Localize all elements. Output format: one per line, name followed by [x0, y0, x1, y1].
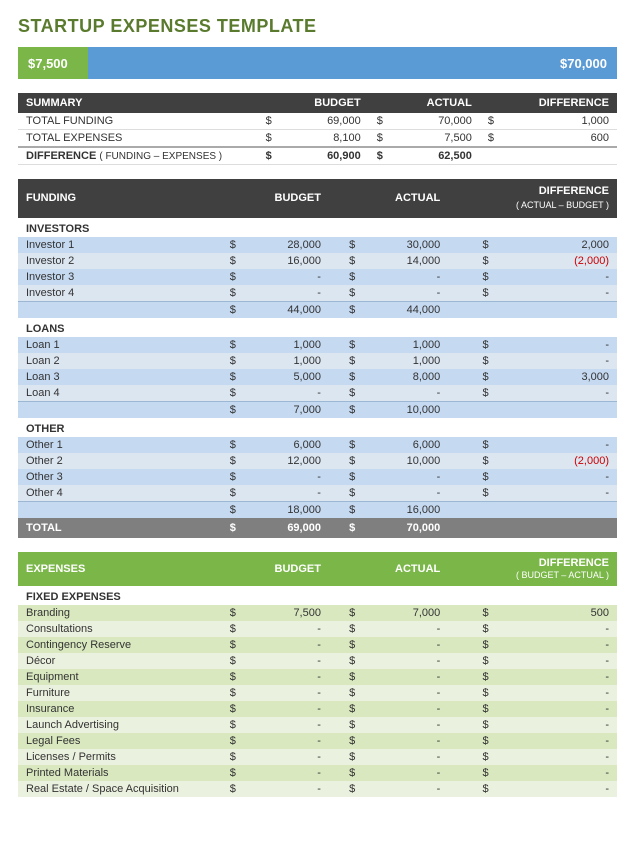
expenses-row-label: Insurance — [18, 701, 210, 717]
funding-row-label: Other 4 — [18, 485, 210, 502]
funding-row: Other 4 $ - $ - $ - — [18, 485, 617, 502]
funding-row-label: Other 2 — [18, 453, 210, 469]
expenses-row: Branding $ 7,500 $ 7,000 $ 500 — [18, 605, 617, 621]
summary-col-label: SUMMARY — [18, 93, 258, 113]
expenses-row-label: Décor — [18, 653, 210, 669]
summary-actual-value: 7,500 — [391, 130, 480, 148]
expenses-row: Equipment $ - $ - $ - — [18, 669, 617, 685]
summary-table: SUMMARY BUDGET ACTUAL DIFFERENCE TOTAL F… — [18, 93, 617, 165]
expenses-row: Insurance $ - $ - $ - — [18, 701, 617, 717]
summary-actual-dollar: $ — [369, 130, 391, 148]
funding-row: Loan 3 $ 5,000 $ 8,000 $ 3,000 — [18, 369, 617, 385]
funding-row: Other 2 $ 12,000 $ 10,000 $ (2,000) — [18, 453, 617, 469]
funding-row-label: Investor 3 — [18, 269, 210, 285]
expenses-row: Décor $ - $ - $ - — [18, 653, 617, 669]
summary-diff-dollar: $ — [480, 113, 502, 130]
summary-row: TOTAL EXPENSES $ 8,100 $ 7,500 $ 600 — [18, 130, 617, 148]
expenses-row: Launch Advertising $ - $ - $ - — [18, 717, 617, 733]
page-title: STARTUP EXPENSES TEMPLATE — [18, 16, 617, 37]
funding-row-label: Other 1 — [18, 437, 210, 453]
expenses-row: Licenses / Permits $ - $ - $ - — [18, 749, 617, 765]
progress-bar-right-value: $70,000 — [560, 56, 607, 71]
funding-row-label: Loan 4 — [18, 385, 210, 402]
summary-col-budget: BUDGET — [258, 93, 369, 113]
funding-total-row: TOTAL $ 69,000 $ 70,000 — [18, 518, 617, 538]
funding-col-difference: DIFFERENCE( ACTUAL – BUDGET ) — [448, 179, 617, 218]
expenses-row-label: Consultations — [18, 621, 210, 637]
summary-diff-row: DIFFERENCE ( FUNDING – EXPENSES ) $ 60,9… — [18, 147, 617, 165]
funding-row-label: Loan 3 — [18, 369, 210, 385]
expenses-col-actual: ACTUAL — [329, 552, 448, 586]
summary-col-actual: ACTUAL — [369, 93, 480, 113]
progress-bar: $7,500 $70,000 — [18, 47, 617, 79]
funding-col-actual: ACTUAL — [329, 179, 448, 218]
summary-diff-label: DIFFERENCE ( FUNDING – EXPENSES ) — [18, 147, 258, 165]
funding-row: Loan 2 $ 1,000 $ 1,000 $ - — [18, 353, 617, 369]
funding-subtotal-row: $ 7,000 $ 10,000 — [18, 401, 617, 418]
summary-budget-dollar: $ — [258, 130, 280, 148]
expenses-row: Consultations $ - $ - $ - — [18, 621, 617, 637]
funding-row-label: Investor 4 — [18, 285, 210, 302]
summary-col-difference: DIFFERENCE — [480, 93, 617, 113]
expenses-section: EXPENSES BUDGET ACTUAL DIFFERENCE( BUDGE… — [18, 552, 617, 797]
summary-budget-value: 69,000 — [280, 113, 369, 130]
expenses-row-label: Equipment — [18, 669, 210, 685]
funding-row: Other 1 $ 6,000 $ 6,000 $ - — [18, 437, 617, 453]
summary-row: TOTAL FUNDING $ 69,000 $ 70,000 $ 1,000 — [18, 113, 617, 130]
summary-row-label: TOTAL EXPENSES — [18, 130, 258, 148]
funding-group-label: INVESTORS — [18, 218, 617, 237]
summary-diff-dollar: $ — [480, 130, 502, 148]
funding-col-budget: BUDGET — [210, 179, 329, 218]
funding-row: Other 3 $ - $ - $ - — [18, 469, 617, 485]
expenses-col-budget: BUDGET — [210, 552, 329, 586]
funding-subtotal-row: $ 44,000 $ 44,000 — [18, 301, 617, 318]
funding-group-label: LOANS — [18, 318, 617, 337]
expenses-row: Contingency Reserve $ - $ - $ - — [18, 637, 617, 653]
expenses-col-label: EXPENSES — [18, 552, 210, 586]
summary-actual-dollar: $ — [369, 113, 391, 130]
funding-table: FUNDING BUDGET ACTUAL DIFFERENCE( ACTUAL… — [18, 179, 617, 538]
summary-actual-value: 70,000 — [391, 113, 480, 130]
summary-budget-value: 8,100 — [280, 130, 369, 148]
summary-section: SUMMARY BUDGET ACTUAL DIFFERENCE TOTAL F… — [18, 93, 617, 165]
progress-bar-left-value: $7,500 — [18, 47, 88, 79]
funding-subtotal-row: $ 18,000 $ 16,000 — [18, 501, 617, 518]
expenses-row-label: Legal Fees — [18, 733, 210, 749]
expenses-col-difference: DIFFERENCE( BUDGET – ACTUAL ) — [448, 552, 617, 586]
expenses-row: Real Estate / Space Acquisition $ - $ - … — [18, 781, 617, 797]
funding-row-label: Loan 2 — [18, 353, 210, 369]
funding-row: Loan 4 $ - $ - $ - — [18, 385, 617, 402]
funding-group-label: OTHER — [18, 418, 617, 437]
funding-section: FUNDING BUDGET ACTUAL DIFFERENCE( ACTUAL… — [18, 179, 617, 538]
summary-budget-dollar: $ — [258, 113, 280, 130]
summary-diff-value: 1,000 — [502, 113, 617, 130]
funding-row-label: Loan 1 — [18, 337, 210, 353]
expenses-row-label: Contingency Reserve — [18, 637, 210, 653]
funding-row: Investor 3 $ - $ - $ - — [18, 269, 617, 285]
funding-row: Investor 1 $ 28,000 $ 30,000 $ 2,000 — [18, 237, 617, 253]
funding-row-label: Investor 1 — [18, 237, 210, 253]
expenses-row-label: Branding — [18, 605, 210, 621]
expenses-row: Furniture $ - $ - $ - — [18, 685, 617, 701]
expenses-row-label: Real Estate / Space Acquisition — [18, 781, 210, 797]
expenses-row-label: Furniture — [18, 685, 210, 701]
expenses-row: Legal Fees $ - $ - $ - — [18, 733, 617, 749]
expenses-group-label: FIXED EXPENSES — [18, 586, 617, 605]
expenses-row-label: Launch Advertising — [18, 717, 210, 733]
funding-row: Investor 4 $ - $ - $ - — [18, 285, 617, 302]
funding-col-label: FUNDING — [18, 179, 210, 218]
funding-row-label: Other 3 — [18, 469, 210, 485]
expenses-row: Printed Materials $ - $ - $ - — [18, 765, 617, 781]
summary-row-label: TOTAL FUNDING — [18, 113, 258, 130]
funding-row-label: Investor 2 — [18, 253, 210, 269]
expenses-table: EXPENSES BUDGET ACTUAL DIFFERENCE( BUDGE… — [18, 552, 617, 797]
funding-row: Investor 2 $ 16,000 $ 14,000 $ (2,000) — [18, 253, 617, 269]
expenses-row-label: Printed Materials — [18, 765, 210, 781]
expenses-row-label: Licenses / Permits — [18, 749, 210, 765]
summary-diff-value: 600 — [502, 130, 617, 148]
funding-row: Loan 1 $ 1,000 $ 1,000 $ - — [18, 337, 617, 353]
